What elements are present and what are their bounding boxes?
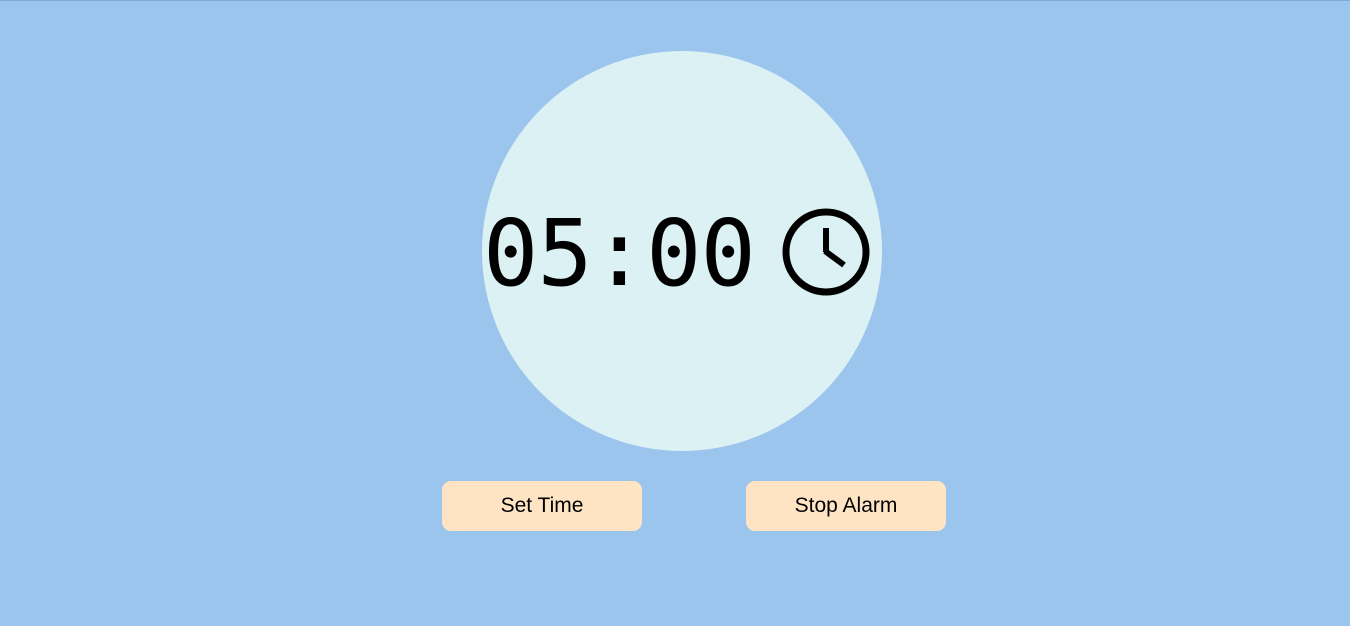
set-time-button[interactable]: Set Time <box>442 481 642 531</box>
time-display: 05:00 <box>483 200 756 307</box>
top-border <box>0 0 1350 1</box>
stop-alarm-button[interactable]: Stop Alarm <box>746 481 946 531</box>
clock-icon <box>782 208 870 296</box>
